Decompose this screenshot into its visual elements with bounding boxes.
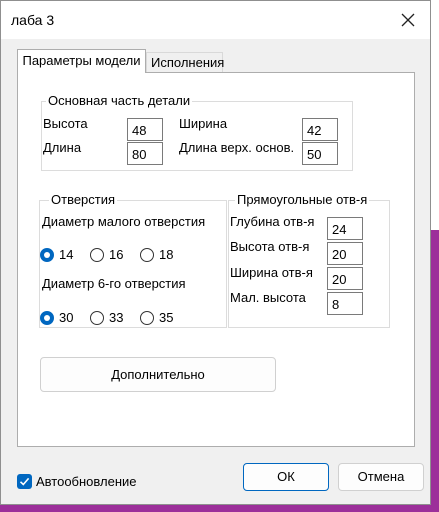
radio-dot — [40, 247, 54, 262]
radio-dot — [140, 310, 154, 325]
radio-label: 33 — [109, 310, 124, 325]
close-button[interactable] — [390, 3, 426, 37]
dialog-window: лаба 3 Параметры модели Исполнения Основ… — [0, 0, 431, 505]
rect-width-input[interactable]: 20 — [327, 267, 363, 290]
small-height-label: Мал. высота — [230, 290, 306, 305]
auto-update-checkbox[interactable]: Автообновление — [17, 474, 137, 489]
rect-height-input[interactable]: 20 — [327, 242, 363, 265]
radio-small-16[interactable]: 16 — [90, 247, 123, 262]
radio-label: 14 — [59, 247, 74, 262]
radio-six-35[interactable]: 35 — [140, 310, 173, 325]
rect-depth-label: Глубина отв-я — [230, 214, 315, 229]
radio-six-30[interactable]: 30 — [40, 310, 73, 325]
top-length-label: Длина верх. основ. — [179, 140, 295, 155]
width-label: Ширина — [179, 116, 228, 131]
radio-label: 30 — [59, 310, 74, 325]
height-label: Высота — [43, 116, 88, 131]
six-diameter-label: Диаметр 6-го отверстия — [42, 276, 186, 291]
rect-depth-input[interactable]: 24 — [327, 217, 363, 240]
radio-label: 18 — [159, 247, 174, 262]
height-input[interactable]: 48 — [127, 118, 163, 141]
rect-holes-group-title: Прямоугольные отв-я — [235, 192, 370, 207]
radio-small-18[interactable]: 18 — [140, 247, 173, 262]
radio-dot — [90, 310, 104, 325]
radio-small-14[interactable]: 14 — [40, 247, 73, 262]
auto-update-label: Автообновление — [36, 474, 137, 489]
radio-six-33[interactable]: 33 — [90, 310, 123, 325]
holes-group-title: Отверстия — [49, 192, 118, 207]
length-label: Длина — [43, 140, 82, 155]
small-diameter-label: Диаметр малого отверстия — [42, 214, 206, 229]
top-length-input[interactable]: 50 — [302, 142, 338, 165]
window-title: лаба 3 — [11, 12, 55, 28]
ok-button[interactable]: ОК — [243, 463, 329, 491]
title-bar: лаба 3 — [1, 1, 430, 39]
small-height-input[interactable]: 8 — [327, 292, 363, 315]
radio-label: 35 — [159, 310, 174, 325]
radio-dot — [140, 247, 154, 262]
tab-executions[interactable]: Исполнения — [146, 52, 224, 73]
main-part-group-title: Основная часть детали — [46, 93, 193, 108]
rect-height-label: Высота отв-я — [230, 239, 310, 254]
checkbox-box — [17, 474, 32, 489]
rect-width-label: Ширина отв-я — [230, 265, 313, 280]
background-app-right — [431, 230, 439, 512]
checkmark-icon — [19, 477, 30, 486]
radio-dot — [40, 310, 54, 325]
extra-button[interactable]: Дополнительно — [40, 357, 276, 392]
length-input[interactable]: 80 — [127, 142, 163, 165]
radio-dot — [90, 247, 104, 262]
radio-label: 16 — [109, 247, 124, 262]
tab-panel: Основная часть детали Высота 48 Ширина 4… — [17, 72, 415, 447]
tab-model-params[interactable]: Параметры модели — [17, 49, 146, 73]
width-input[interactable]: 42 — [302, 118, 338, 141]
close-icon — [401, 13, 415, 27]
cancel-button[interactable]: Отмена — [338, 463, 424, 491]
